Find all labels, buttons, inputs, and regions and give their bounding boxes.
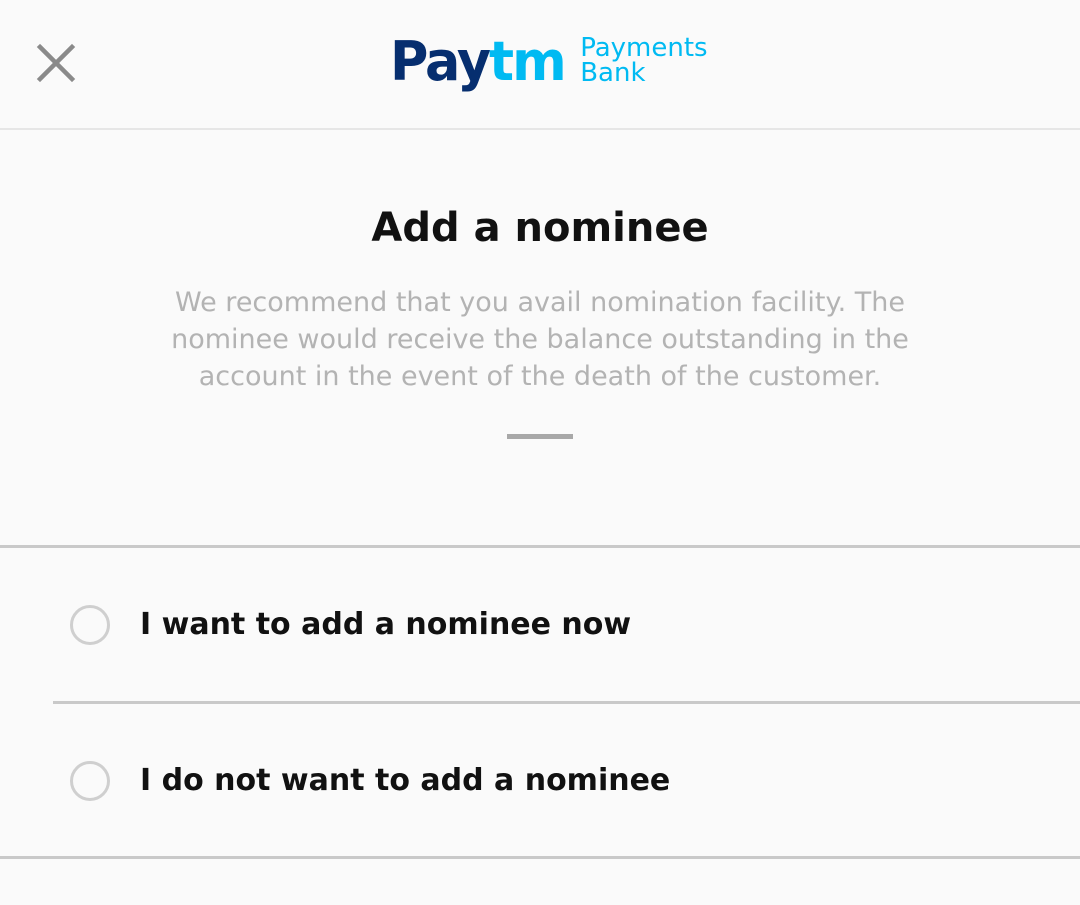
page-title: Add a nominee: [371, 205, 709, 251]
logo-wordmark: Paytm: [390, 34, 567, 90]
section-divider: [507, 434, 573, 439]
add-nominee-screen: Paytm Payments Bank Add a nominee We rec…: [0, 0, 1080, 905]
logo-subtitle-line2: Bank: [580, 58, 646, 88]
option-label: I want to add a nominee now: [140, 607, 632, 642]
logo-brand-main: Pay: [390, 30, 491, 93]
page-description: We recommend that you avail nomination f…: [171, 287, 909, 392]
options-bottom-divider: [0, 856, 1080, 859]
app-header: Paytm Payments Bank: [0, 0, 1080, 130]
logo-brand-accent: tm: [489, 30, 567, 93]
close-icon: [36, 43, 76, 83]
logo-subtitle: Payments Bank: [580, 35, 707, 88]
radio-button[interactable]: [70, 605, 110, 645]
paytm-payments-bank-logo: Paytm Payments Bank: [390, 34, 708, 94]
close-button[interactable]: [28, 35, 84, 91]
option-no-nominee[interactable]: I do not want to add a nominee: [0, 704, 1080, 854]
option-add-nominee-now[interactable]: I want to add a nominee now: [0, 548, 1080, 698]
radio-button[interactable]: [70, 761, 110, 801]
option-label: I do not want to add a nominee: [140, 763, 671, 798]
